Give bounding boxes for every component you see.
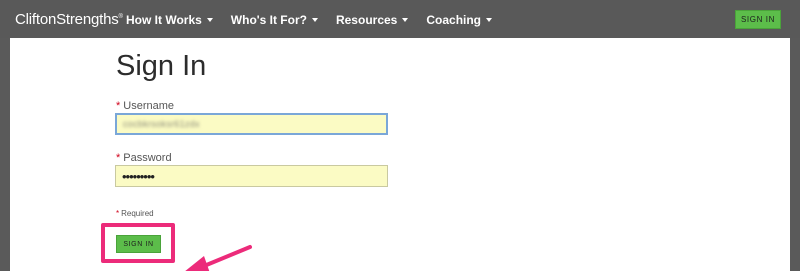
nav-item-how-it-works[interactable]: How It Works [126, 13, 213, 27]
chevron-down-icon [206, 18, 213, 22]
header-sign-in-button[interactable]: SIGN IN [735, 10, 781, 29]
sign-in-submit-button[interactable]: SIGN IN [116, 235, 161, 253]
username-label-text: Username [123, 100, 175, 112]
chevron-down-icon [486, 18, 493, 22]
password-label: * Password [116, 152, 172, 164]
password-label-text: Password [123, 152, 172, 164]
required-asterisk: * [116, 209, 120, 218]
nav-item-label: Resources [335, 13, 398, 27]
brand-logo-text: CliftonStrengths [15, 11, 119, 28]
annotation-arrow-icon [185, 245, 252, 271]
brand-logo[interactable]: CliftonStrengths® [15, 11, 123, 28]
sign-in-panel: Sign In * Username cocbkrsoksr61zdx * Pass… [10, 38, 790, 271]
required-note-text: Required [121, 209, 154, 218]
username-label: * Username [116, 100, 174, 112]
registered-mark: ® [118, 14, 123, 20]
username-field[interactable]: cocbkrsoksr61zdx [115, 113, 388, 135]
password-field[interactable]: ••••••••• [115, 165, 388, 187]
username-value: cocbkrsoksr61zdx [123, 119, 200, 129]
required-asterisk: * [116, 100, 121, 112]
required-note: * Required [116, 209, 154, 218]
password-value: ••••••••• [122, 168, 155, 184]
page-title: Sign In [116, 50, 207, 82]
chevron-down-icon [311, 18, 318, 22]
top-nav-bar: CliftonStrengths® How It Works Who's It … [0, 0, 800, 38]
nav-item-label: Coaching [426, 13, 482, 27]
required-asterisk: * [116, 152, 121, 164]
page: CliftonStrengths® How It Works Who's It … [0, 0, 800, 271]
nav-item-resources[interactable]: Resources [335, 13, 409, 27]
nav-item-label: How It Works [126, 13, 202, 27]
main-nav: How It Works Who's It For? Resources Coa… [126, 13, 510, 27]
chevron-down-icon [402, 18, 409, 22]
nav-item-label: Who's It For? [230, 13, 307, 27]
nav-item-coaching[interactable]: Coaching [426, 13, 493, 27]
nav-item-whos-it-for[interactable]: Who's It For? [231, 13, 318, 27]
